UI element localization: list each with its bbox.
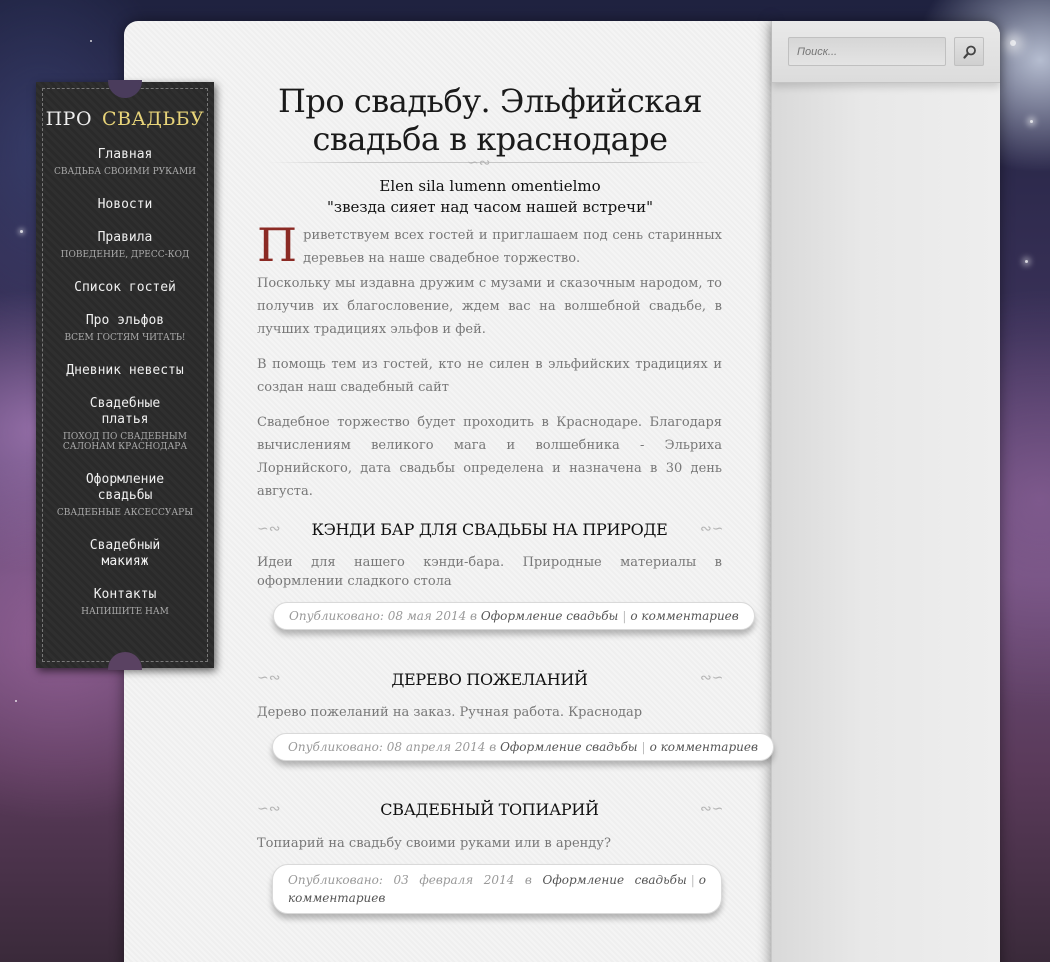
nav-item-label: Список гостей <box>74 280 176 295</box>
post-comments-link[interactable]: о комментариев <box>630 609 738 623</box>
nav-item-sublabel: Поход по свадебным салонам Краснодара <box>62 432 188 452</box>
post-date: Опубликовано: 08 апреля 2014 в <box>288 740 497 754</box>
post-excerpt: Идеи для нашего кэнди-бара. Природные ма… <box>257 555 722 589</box>
drop-cap: П <box>257 218 298 272</box>
search-bar <box>772 21 1000 83</box>
article-paragraph: Приветствуем всех гостей и приглашаем по… <box>257 218 722 272</box>
subtitle-line2: "звезда сияет над часом нашей встречи" <box>327 198 653 216</box>
background-star <box>1025 260 1028 263</box>
nav-item-label: Оформление свадьбы <box>85 472 165 503</box>
nav-item-sublabel: Свадьба своими руками <box>53 167 197 177</box>
background-star <box>20 230 23 233</box>
meta-separator: | <box>641 740 646 754</box>
nav-item-bride-diary[interactable]: Дневник невесты <box>36 363 214 379</box>
background-star <box>15 700 17 702</box>
nav-notch-top <box>108 80 142 98</box>
post-title-link[interactable]: Свадебный топиарий <box>257 800 722 819</box>
post-category-link[interactable]: Оформление свадьбы <box>481 609 618 623</box>
nav-item-label: Про эльфов <box>85 313 165 328</box>
nav-item-label: Дневник невесты <box>66 363 184 378</box>
search-icon <box>963 45 976 59</box>
nav-item-news[interactable]: Новости <box>36 197 214 213</box>
nav-item-sublabel: Всем гостям читать! <box>64 333 186 343</box>
post-title-link[interactable]: Кэнди бар для свадьбы на природе <box>257 520 722 539</box>
paragraph-text: риветствуем всех гостей и приглашаем под… <box>303 228 722 266</box>
article-paragraph: В помощь тем из гостей, кто не силен в э… <box>257 357 722 395</box>
site-logo[interactable]: ПРО СВАДЬБУ <box>36 108 214 130</box>
meta-separator: | <box>690 873 695 887</box>
post-date: Опубликовано: 03 февраля 2014 в <box>288 873 532 887</box>
background-star <box>1030 120 1033 123</box>
meta-separator: | <box>622 609 627 623</box>
nav-item-label: Правила <box>97 230 153 245</box>
search-button[interactable] <box>954 37 984 66</box>
background-star <box>1010 40 1016 46</box>
post-title-link[interactable]: Дерево пожеланий <box>257 670 722 689</box>
post-meta: Опубликовано: 03 февраля 2014 в Оформлен… <box>272 864 722 914</box>
nav-item-label: Контакты <box>93 587 157 602</box>
article-subtitle: Elen sila lumenn omentielmo "звезда сияе… <box>250 176 730 218</box>
post-excerpt: Топиарий на свадьбу своими руками или в … <box>257 836 611 851</box>
nav-notch-bottom <box>108 652 142 670</box>
post-category-link[interactable]: Оформление свадьбы <box>500 740 637 754</box>
nav-item-guest-list[interactable]: Список гостей <box>36 280 214 296</box>
search-input[interactable] <box>788 37 946 66</box>
post-date: Опубликовано: 08 мая 2014 в <box>289 609 478 623</box>
nav-item-label: Главная <box>97 147 153 162</box>
nav-item-label: Свадебные платья <box>89 396 161 427</box>
nav-item-sublabel: Поведение, дресс-код <box>60 250 190 260</box>
post-meta: Опубликовано: 08 апреля 2014 в Оформлени… <box>272 733 774 761</box>
nav-item-wedding-makeup[interactable]: Свадебный макияж <box>36 538 214 570</box>
subtitle-line1: Elen sila lumenn omentielmo <box>379 177 601 195</box>
post-category-link[interactable]: Оформление свадьбы <box>542 873 686 887</box>
page-title: Про свадьбу. Эльфийская свадьба в красно… <box>277 82 703 158</box>
nav-item-label: Новости <box>97 197 153 212</box>
swirl-ornament-icon: ∽∾ <box>467 155 491 171</box>
logo-part1: ПРО <box>45 108 93 130</box>
nav-item-contacts[interactable]: Контакты Напишите нам <box>36 587 214 617</box>
post-excerpt: Дерево пожеланий на заказ. Ручная работа… <box>257 705 643 720</box>
background-star <box>90 40 92 42</box>
article-paragraph: Свадебное торжество будет проходить в Кр… <box>257 415 722 499</box>
nav-item-sublabel: Свадебные аксессуары <box>56 508 194 518</box>
article-paragraph: Поскольку мы издавна дружим с музами и с… <box>257 276 722 337</box>
nav-item-home[interactable]: Главная Свадьба своими руками <box>36 147 214 177</box>
nav-item-rules[interactable]: Правила Поведение, дресс-код <box>36 230 214 260</box>
nav-item-label: Свадебный макияж <box>89 538 161 569</box>
logo-part2: СВАДЬБУ <box>102 108 205 130</box>
nav-item-wedding-decor[interactable]: Оформление свадьбы Свадебные аксессуары <box>36 472 214 518</box>
right-sidebar <box>771 21 1000 962</box>
post-comments-link[interactable]: о комментариев <box>650 740 758 754</box>
nav-item-sublabel: Напишите нам <box>81 607 169 617</box>
nav-item-about-elves[interactable]: Про эльфов Всем гостям читать! <box>36 313 214 343</box>
post-meta: Опубликовано: 08 мая 2014 в Оформление с… <box>273 602 755 630</box>
nav-item-wedding-dresses[interactable]: Свадебные платья Поход по свадебным сало… <box>36 396 214 452</box>
main-navigation: ПРО СВАДЬБУ Главная Свадьба своими руками… <box>36 80 214 670</box>
